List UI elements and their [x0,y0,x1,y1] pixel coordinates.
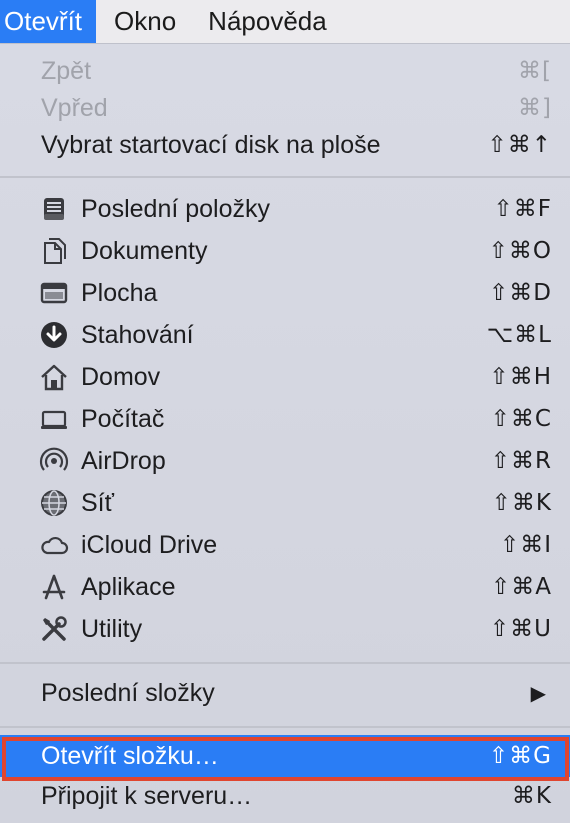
menu-item-label: Poslední položky [81,194,271,223]
shortcut-label: ⌥⌘L [486,322,552,348]
shortcut-label: ⇧⌘R [490,448,552,474]
shortcut-label: ⇧⌘G [488,743,552,769]
menu-item-label: Síť [81,488,114,517]
menu-item-recent-folders[interactable]: Poslední složky ▶ [0,672,570,714]
shortcut-label: ⇧⌘D [489,280,552,306]
menu-item-home[interactable]: Domov ⇧⌘H [0,356,570,398]
shortcut-label: ⇧⌘I [499,532,552,558]
menu-item-documents[interactable]: Dokumenty ⇧⌘O [0,230,570,272]
menu-item-go-to-folder[interactable]: Otevřít složku… ⇧⌘G [0,735,570,777]
shortcut-label: ⇧⌘A [490,574,552,600]
menu-item-label: Stahování [81,320,194,349]
shortcut-label: ⇧⌘F [493,196,552,222]
desktop-icon [38,277,70,309]
applications-icon [38,571,70,603]
shortcut-label: ⇧⌘U [489,616,552,642]
shortcut-label: ⇧⌘↑ [487,132,552,158]
menu-item-computer[interactable]: Počítač ⇧⌘C [0,398,570,440]
menu-item-label: Utility [81,614,143,643]
shortcut-label: ⌘[ [518,58,552,84]
menu-item-network[interactable]: Síť ⇧⌘K [0,482,570,524]
menu-item-label: Počítač [81,404,165,433]
menu-item-label: AirDrop [81,446,166,475]
menu-separator [0,176,570,178]
menu-item-utilities[interactable]: Utility ⇧⌘U [0,608,570,650]
recents-icon [38,193,70,225]
shortcut-label: ⌘] [518,95,552,121]
menu-item-connect-to-server[interactable]: Připojit k serveru… ⌘K [0,775,570,817]
menu-separator [0,662,570,664]
menubar-item-window[interactable]: Okno [96,0,190,43]
utilities-icon [38,613,70,645]
shortcut-label: ⇧⌘C [490,406,552,432]
shortcut-label: ⇧⌘H [489,364,552,390]
menu-item-label: Dokumenty [81,236,208,265]
menubar-item-help[interactable]: Nápověda [190,0,341,43]
menu-item-icloud-drive[interactable]: iCloud Drive ⇧⌘I [0,524,570,566]
menu-item-desktop[interactable]: Plocha ⇧⌘D [0,272,570,314]
menu-item-applications[interactable]: Aplikace ⇧⌘A [0,566,570,608]
menu-item-label: Zpět [41,56,92,85]
menu-separator [0,726,570,728]
menu-item-label: Vybrat startovací disk na ploše [41,130,381,159]
menu-item-label: Aplikace [81,572,176,601]
menu-item-label: iCloud Drive [81,530,218,559]
shortcut-label: ⌘K [511,783,552,809]
menubar-item-go[interactable]: Otevřít [0,0,97,43]
menu-item-back: Zpět ⌘[ [0,50,570,92]
computer-icon [38,403,70,435]
menu-item-select-startup-disk[interactable]: Vybrat startovací disk na ploše ⇧⌘↑ [0,124,570,166]
downloads-icon [38,319,70,351]
menu-item-label: Otevřít složku… [41,741,219,770]
menu-item-forward: Vpřed ⌘] [0,87,570,129]
home-icon [38,361,70,393]
menu-item-label: Plocha [81,278,158,307]
menu-item-recents[interactable]: Poslední položky ⇧⌘F [0,188,570,230]
icloud-icon [38,529,70,561]
network-icon [38,487,70,519]
airdrop-icon [38,445,70,477]
shortcut-label: ⇧⌘K [491,490,552,516]
documents-icon [38,235,70,267]
menu-item-airdrop[interactable]: AirDrop ⇧⌘R [0,440,570,482]
menu-bar: Otevřít Okno Nápověda [0,0,570,43]
menu-item-downloads[interactable]: Stahování ⌥⌘L [0,314,570,356]
shortcut-label: ⇧⌘O [488,238,552,264]
menu-item-label: Připojit k serveru… [41,781,253,810]
go-menu: Zpět ⌘[ Vpřed ⌘] Vybrat startovací disk … [0,43,570,823]
submenu-arrow-icon: ▶ [530,682,546,705]
menu-item-label: Vpřed [41,93,108,122]
menu-item-label: Domov [81,362,161,391]
menu-item-label: Poslední složky [41,678,215,707]
